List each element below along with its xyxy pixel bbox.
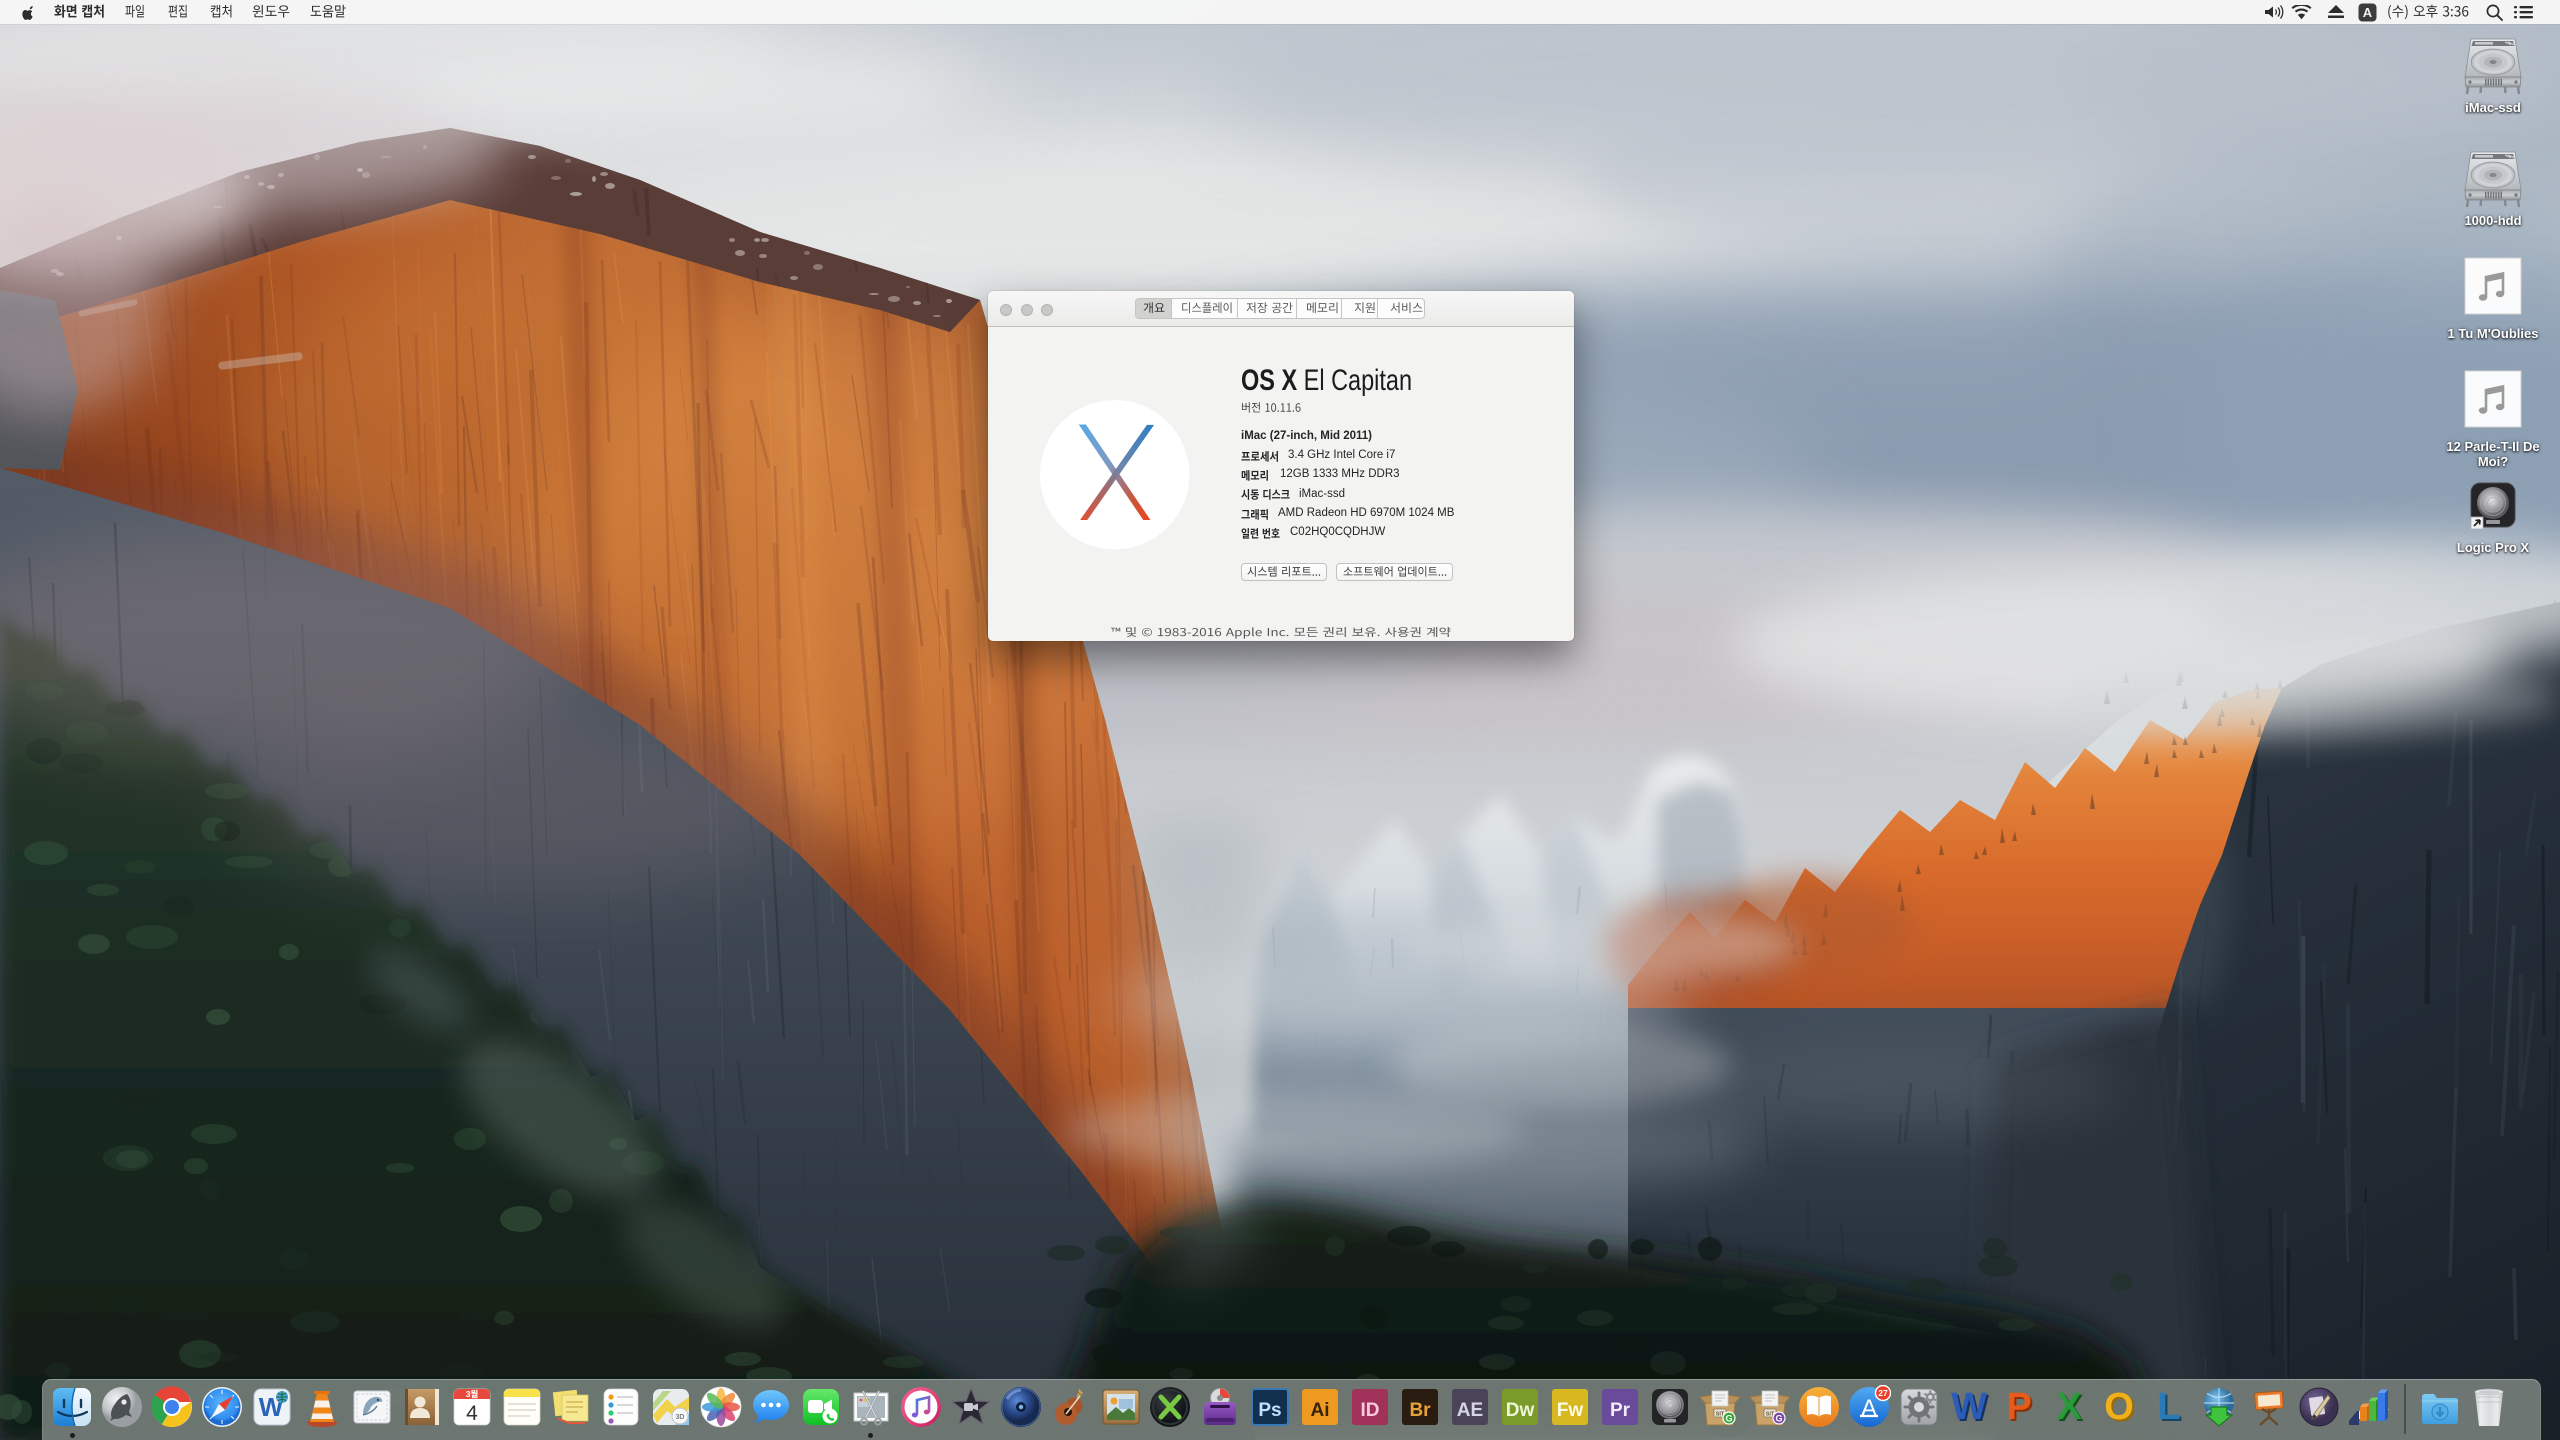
svg-text:A: A [1861,1395,1877,1422]
svg-text:G: G [1775,1414,1782,1424]
svg-text:Pr: Pr [1610,1400,1631,1421]
svg-text:4: 4 [466,1402,478,1425]
svg-text:G: G [1725,1414,1732,1424]
svg-text:ID: ID [1361,1400,1380,1421]
svg-text:AE: AE [1457,1400,1483,1421]
svg-text:X: X [2056,1386,2082,1428]
svg-text:Dw: Dw [1506,1400,1535,1421]
svg-text:Ai: Ai [1311,1400,1330,1421]
svg-text:3D: 3D [676,1414,685,1421]
svg-text:Fw: Fw [1557,1400,1584,1421]
svg-text:O: O [2104,1386,2134,1428]
svg-text:W: W [1951,1386,1987,1428]
svg-text:Br: Br [1409,1400,1431,1421]
svg-text:Ps: Ps [1259,1400,1282,1421]
svg-text:A: A [2363,5,2373,20]
svg-text:P: P [2006,1386,2031,1428]
svg-text:L: L [2157,1386,2180,1428]
svg-text:27: 27 [1879,1388,1889,1398]
svg-text:3월: 3월 [465,1389,478,1399]
